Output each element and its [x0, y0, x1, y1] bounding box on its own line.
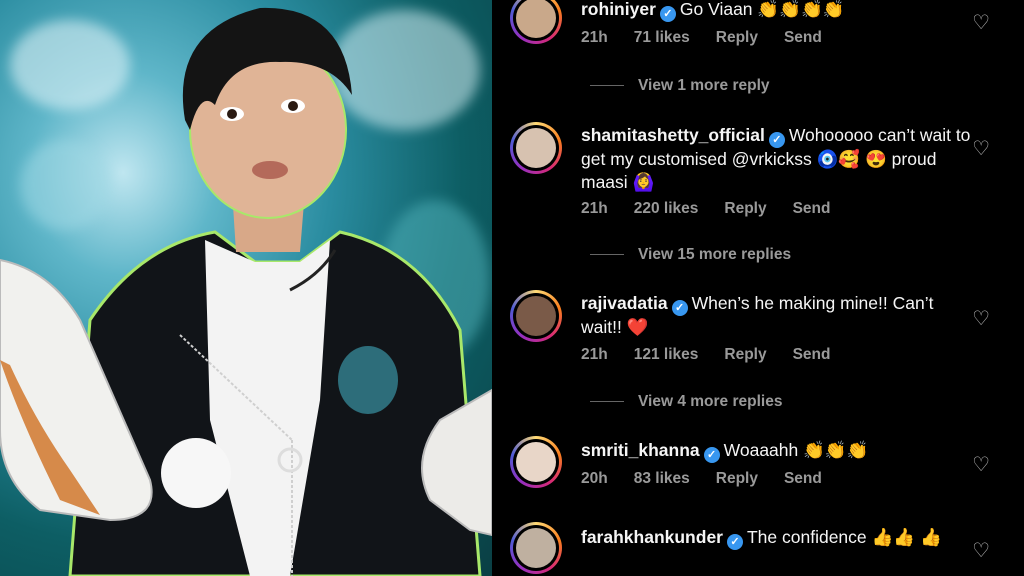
username[interactable]: shamitashetty_official — [581, 125, 765, 145]
comment-meta: 21h 220 likes Reply Send — [581, 200, 857, 218]
view-more-replies-button[interactable]: View 4 more replies — [638, 393, 782, 411]
comment-time: 20h — [581, 470, 608, 487]
comment-body: Go Viaan 👏👏👏👏 — [679, 0, 845, 19]
like-count[interactable]: 220 likes — [634, 200, 699, 217]
comment-time: 21h — [581, 29, 608, 46]
like-count[interactable]: 83 likes — [634, 470, 690, 487]
verified-badge-icon: ✓ — [726, 534, 743, 550]
send-button[interactable]: Send — [784, 470, 822, 487]
reply-button[interactable]: Reply — [716, 470, 758, 487]
avatar[interactable] — [510, 522, 562, 574]
avatar[interactable] — [510, 0, 562, 44]
verified-badge-icon: ✓ — [659, 6, 676, 22]
username[interactable]: farahkhankunder — [581, 527, 723, 547]
person-illustration — [0, 7, 492, 576]
reply-button[interactable]: Reply — [724, 200, 766, 217]
comment-meta: 20h 83 likes Reply Send — [581, 470, 848, 488]
video-frame-image — [0, 0, 492, 576]
send-button[interactable]: Send — [784, 29, 822, 46]
send-button[interactable]: Send — [793, 346, 831, 363]
comment-meta: 21h 71 likes Reply Send — [581, 29, 848, 47]
verified-badge-icon: ✓ — [768, 132, 785, 148]
username[interactable]: rajivadatia — [581, 293, 668, 313]
comment-meta: 21h 121 likes Reply Send — [581, 346, 857, 364]
reply-button[interactable]: Reply — [716, 29, 758, 46]
avatar[interactable] — [510, 436, 562, 488]
heart-outline-icon[interactable]: ♡ — [972, 136, 990, 161]
like-count[interactable]: 121 likes — [634, 346, 699, 363]
avatar[interactable] — [510, 290, 562, 342]
heart-outline-icon[interactable]: ♡ — [972, 306, 990, 331]
comment-body: The confidence 👍👍 👍 — [746, 527, 942, 547]
comment-time: 21h — [581, 346, 608, 363]
comment-text: farahkhankunder ✓ The confidence 👍👍 👍 — [581, 526, 971, 550]
comments-panel: rohiniyer ✓ Go Viaan 👏👏👏👏 21h 71 likes Reply… — [492, 0, 1024, 576]
view-more-replies-button[interactable]: View 1 more reply — [638, 77, 770, 95]
verified-badge-icon: ✓ — [703, 447, 720, 463]
comment-text: rajivadatia ✓ When’s he making mine!! Can’… — [581, 292, 971, 339]
username[interactable]: smriti_khanna — [581, 440, 700, 460]
comment-body: Woaaahh 👏👏👏 — [723, 440, 869, 460]
send-button[interactable]: Send — [793, 200, 831, 217]
like-count[interactable]: 71 likes — [634, 29, 690, 46]
comment-time: 21h — [581, 200, 608, 217]
verified-badge-icon: ✓ — [671, 300, 688, 316]
username[interactable]: rohiniyer — [581, 0, 656, 19]
comment-text: smriti_khanna ✓ Woaaahh 👏👏👏 — [581, 439, 971, 463]
heart-outline-icon[interactable]: ♡ — [972, 10, 990, 35]
reply-button[interactable]: Reply — [724, 346, 766, 363]
comment-text: rohiniyer ✓ Go Viaan 👏👏👏👏 — [581, 0, 971, 22]
heart-outline-icon[interactable]: ♡ — [972, 452, 990, 477]
view-more-replies-button[interactable]: View 15 more replies — [638, 246, 791, 264]
comment-text: shamitashetty_official ✓ Wohooooo can’t wa… — [581, 124, 971, 194]
avatar[interactable] — [510, 122, 562, 174]
heart-outline-icon[interactable]: ♡ — [972, 538, 990, 563]
